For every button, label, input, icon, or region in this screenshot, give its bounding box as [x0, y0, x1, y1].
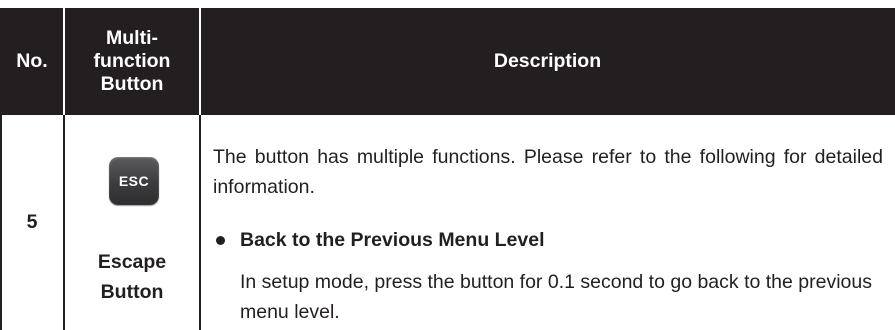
- function-table: No. Multi- function Button Description 5…: [0, 0, 895, 330]
- header-no: No.: [0, 8, 64, 115]
- button-name-line: Button: [100, 281, 164, 303]
- esc-key-icon: ESC: [109, 157, 159, 205]
- header-button-label-line: Button: [100, 73, 164, 95]
- table-row: 5 ESC Escape Button The button has multi…: [0, 115, 895, 330]
- description-intro: The button has multiple functions. Pleas…: [213, 146, 883, 198]
- bullet-icon: [216, 236, 225, 245]
- description-item-text: In setup mode, press the button for 0.1 …: [240, 271, 872, 323]
- esc-key-label: ESC: [118, 173, 150, 189]
- header-no-label: No.: [16, 50, 48, 72]
- header-button: Multi- function Button: [64, 8, 200, 115]
- row-number: 5: [26, 211, 38, 233]
- header-description-label: Description: [493, 50, 602, 72]
- button-name: Escape Button: [64, 247, 200, 307]
- table-header: No. Multi- function Button Description: [0, 8, 895, 115]
- header-button-label-line: Multi-: [106, 27, 158, 49]
- description-item-heading: Back to the Previous Menu Level: [240, 229, 545, 251]
- header-description: Description: [200, 8, 895, 115]
- header-button-label-line: function: [93, 50, 171, 72]
- button-name-line: Escape: [97, 251, 167, 273]
